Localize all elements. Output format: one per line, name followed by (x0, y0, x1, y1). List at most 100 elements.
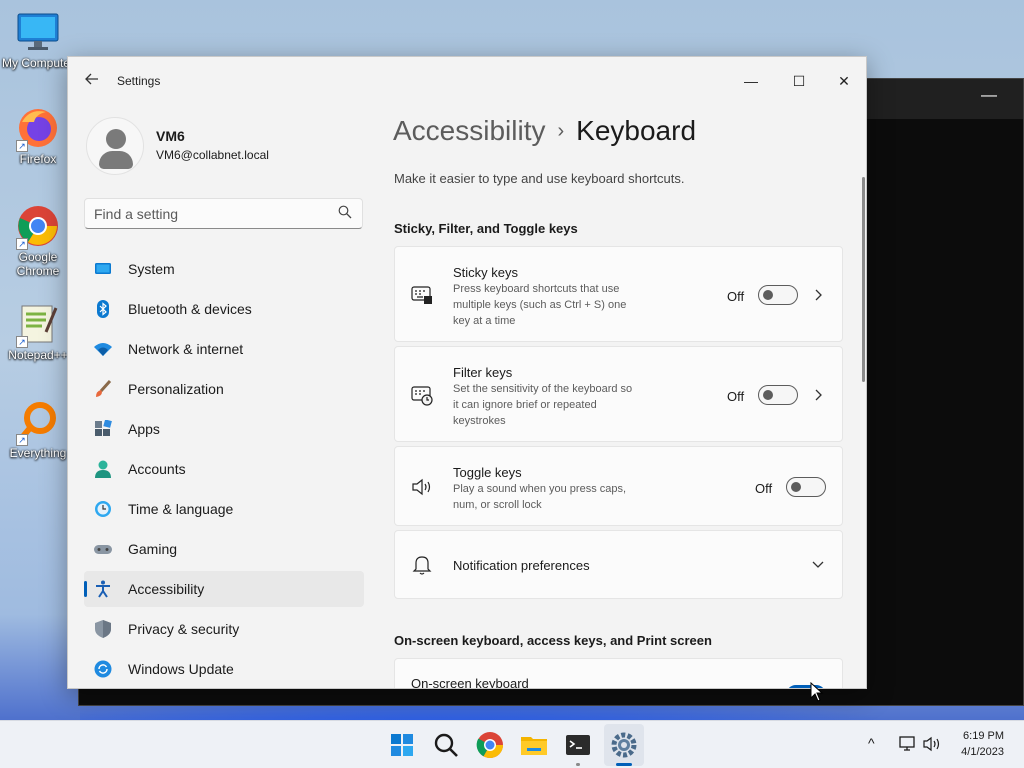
gamepad-icon (94, 545, 112, 554)
avatar[interactable] (86, 117, 144, 175)
sidebar-item-system[interactable]: System (84, 251, 364, 287)
start-icon[interactable] (386, 729, 418, 761)
breadcrumb-separator: › (557, 120, 565, 142)
clock-date[interactable]: 4/1/2023 (946, 746, 1004, 758)
sidebar-item-label: Windows Update (128, 661, 234, 677)
search-icon (338, 205, 352, 219)
speaker-icon (412, 478, 431, 496)
bluetooth-icon (97, 300, 109, 318)
sidebar-item-accounts[interactable]: Accounts (84, 451, 364, 487)
sidebar-item-bluetooth[interactable]: Bluetooth & devices (84, 291, 364, 327)
sidebar-item-privacy-security[interactable]: Privacy & security (84, 611, 364, 647)
clock-time[interactable]: 6:19 PM (946, 730, 1004, 742)
sidebar-item-label: Time & language (128, 501, 234, 517)
accounts-icon (95, 460, 111, 478)
on-screen-keyboard-card[interactable]: On-screen keyboard (394, 658, 843, 688)
avatar-body (99, 151, 133, 169)
breadcrumb: Accessibility › Keyboard (393, 115, 696, 147)
network-tray-icon[interactable] (898, 735, 918, 753)
terminal-running-indicator (576, 763, 580, 766)
sticky-keys-card[interactable]: Sticky keys Press keyboard shortcuts tha… (394, 246, 843, 342)
filter-keys-card[interactable]: Filter keys Set the sensitivity of the k… (394, 346, 843, 442)
sidebar-item-network[interactable]: Network & internet (84, 331, 364, 367)
toggle-keys-state: Off (755, 481, 773, 496)
sidebar-item-time-language[interactable]: Time & language (84, 491, 364, 527)
filter-keys-icon (411, 386, 433, 406)
monitor-icon (16, 10, 60, 54)
scrollbar[interactable] (862, 177, 865, 382)
search-input[interactable] (94, 205, 324, 223)
mouse-cursor-icon (810, 682, 824, 702)
notepadpp-icon: ↗ (16, 302, 60, 348)
back-arrow-icon (85, 73, 98, 85)
desktop-icon-firefox[interactable]: ↗ Firefox (0, 106, 76, 166)
network-icon (94, 343, 112, 356)
chrome-icon[interactable] (474, 729, 506, 761)
toggle-knob (763, 290, 773, 300)
search-box[interactable] (84, 198, 363, 229)
chevron-down-icon[interactable] (811, 559, 825, 571)
app-title: Settings (117, 74, 161, 88)
file-explorer-icon[interactable] (518, 729, 550, 761)
sticky-keys-toggle[interactable] (758, 285, 798, 305)
sticky-keys-description: Press keyboard shortcuts that use multip… (453, 283, 627, 327)
brush-icon (96, 380, 112, 397)
settings-icon[interactable] (608, 729, 640, 761)
sidebar-item-label: Bluetooth & devices (128, 301, 252, 317)
page-title: Keyboard (576, 115, 697, 146)
clock-icon (95, 501, 111, 517)
desktop-icon-notepadpp[interactable]: ↗ Notepad++ (0, 302, 76, 362)
avatar-head (106, 129, 126, 149)
section-title-on-screen-keyboard: On-screen keyboard, access keys, and Pri… (394, 633, 712, 648)
desktop-icon-everything[interactable]: ↗ Everything (0, 400, 76, 460)
terminal-minimize-button[interactable]: — (981, 87, 997, 105)
tray-chevron-up-icon[interactable]: ^ (868, 735, 875, 751)
volume-icon[interactable] (922, 735, 942, 753)
shortcut-arrow-icon: ↗ (16, 434, 28, 446)
maximize-button[interactable]: ☐ (776, 65, 822, 97)
everything-icon: ↗ (16, 400, 60, 446)
notification-preferences-card[interactable]: Notification preferences (394, 530, 843, 599)
search-icon[interactable] (430, 729, 462, 761)
firefox-icon: ↗ (16, 106, 60, 152)
back-button[interactable] (82, 71, 102, 91)
shortcut-arrow-icon: ↗ (16, 140, 28, 152)
sidebar-nav: System Bluetooth & devices Network & int… (84, 251, 364, 688)
sidebar-item-personalization[interactable]: Personalization (84, 371, 364, 407)
filter-keys-toggle[interactable] (758, 385, 798, 405)
apps-icon (95, 420, 112, 436)
sidebar-item-windows-update[interactable]: Windows Update (84, 651, 364, 687)
desktop-icon-label: Everything (9, 446, 67, 460)
sidebar-item-apps[interactable]: Apps (84, 411, 364, 447)
chevron-right-icon[interactable] (813, 288, 825, 302)
sidebar-item-gaming[interactable]: Gaming (84, 531, 364, 567)
sidebar-item-label: Accessibility (128, 581, 205, 597)
toggle-keys-toggle[interactable] (786, 477, 826, 497)
user-name: VM6 (156, 128, 185, 144)
section-title-sticky-filter-toggle: Sticky, Filter, and Toggle keys (394, 221, 578, 236)
accessibility-icon (96, 580, 110, 598)
toggle-keys-card[interactable]: Toggle keys Play a sound when you press … (394, 446, 843, 526)
sidebar-item-label: Gaming (128, 541, 178, 557)
sidebar-item-label: Accounts (128, 461, 186, 477)
shortcut-arrow-icon: ↗ (16, 336, 28, 348)
desktop-icon-chrome[interactable]: ↗ Google Chrome (0, 204, 76, 278)
toggle-knob (763, 390, 773, 400)
sidebar-item-accessibility[interactable]: Accessibility (84, 571, 364, 607)
settings-running-indicator (616, 763, 632, 766)
close-button[interactable]: ✕ (821, 65, 866, 97)
chevron-right-icon[interactable] (813, 388, 825, 402)
sidebar-item-label: System (128, 261, 175, 277)
breadcrumb-parent-link[interactable]: Accessibility (393, 115, 545, 146)
notification-preferences-title: Notification preferences (453, 558, 590, 573)
toggle-knob (791, 482, 801, 492)
titlebar[interactable]: Settings — ☐ ✕ (68, 57, 866, 105)
sticky-keys-state: Off (727, 289, 745, 304)
update-icon (94, 660, 112, 678)
terminal-icon[interactable] (562, 729, 594, 761)
minimize-button[interactable]: — (728, 65, 774, 97)
sidebar-item-label: Personalization (128, 381, 224, 397)
system-icon (95, 263, 111, 274)
desktop-icon-label: My Computer (1, 56, 75, 70)
desktop-icon-my-computer[interactable]: My Computer (0, 10, 76, 70)
